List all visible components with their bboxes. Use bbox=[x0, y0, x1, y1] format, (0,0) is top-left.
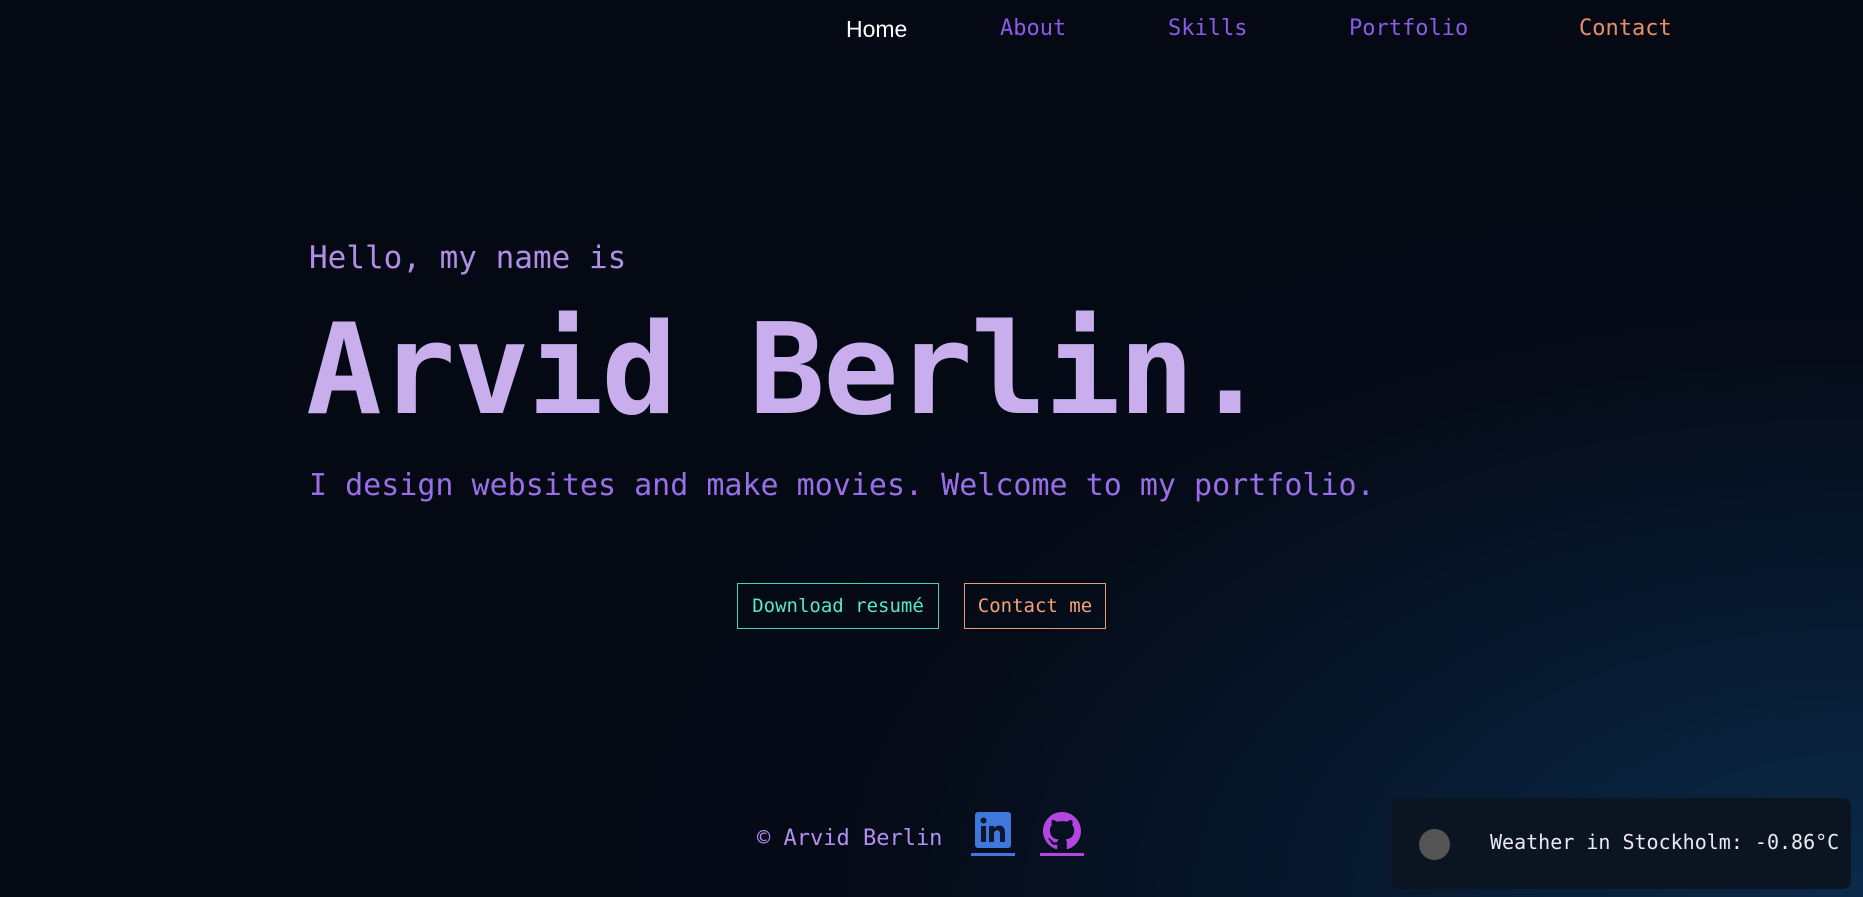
github-link[interactable] bbox=[1040, 810, 1084, 856]
nav-skills[interactable]: Skills bbox=[1168, 14, 1247, 44]
weather-text: Weather in Stockholm: -0.86°C bbox=[1490, 830, 1840, 854]
nav-about[interactable]: About bbox=[1000, 14, 1066, 44]
github-icon bbox=[1040, 812, 1084, 850]
main-nav: Home About Skills Portfolio Contact bbox=[0, 14, 1863, 46]
hero-tagline: I design websites and make movies. Welco… bbox=[309, 468, 1375, 503]
linkedin-link[interactable] bbox=[971, 810, 1015, 856]
contact-me-button[interactable]: Contact me bbox=[964, 583, 1106, 629]
hero-greeting: Hello, my name is bbox=[309, 240, 627, 276]
weather-icon bbox=[1419, 829, 1450, 860]
weather-widget: Weather in Stockholm: -0.86°C bbox=[1391, 798, 1851, 889]
footer-copyright: © Arvid Berlin bbox=[757, 826, 943, 851]
linkedin-icon bbox=[971, 812, 1015, 848]
download-resume-button[interactable]: Download resumé bbox=[737, 583, 939, 629]
nav-contact[interactable]: Contact bbox=[1579, 14, 1672, 44]
nav-portfolio[interactable]: Portfolio bbox=[1349, 14, 1468, 44]
hero-name: Arvid Berlin. bbox=[306, 296, 1268, 443]
nav-home[interactable]: Home bbox=[846, 14, 907, 44]
